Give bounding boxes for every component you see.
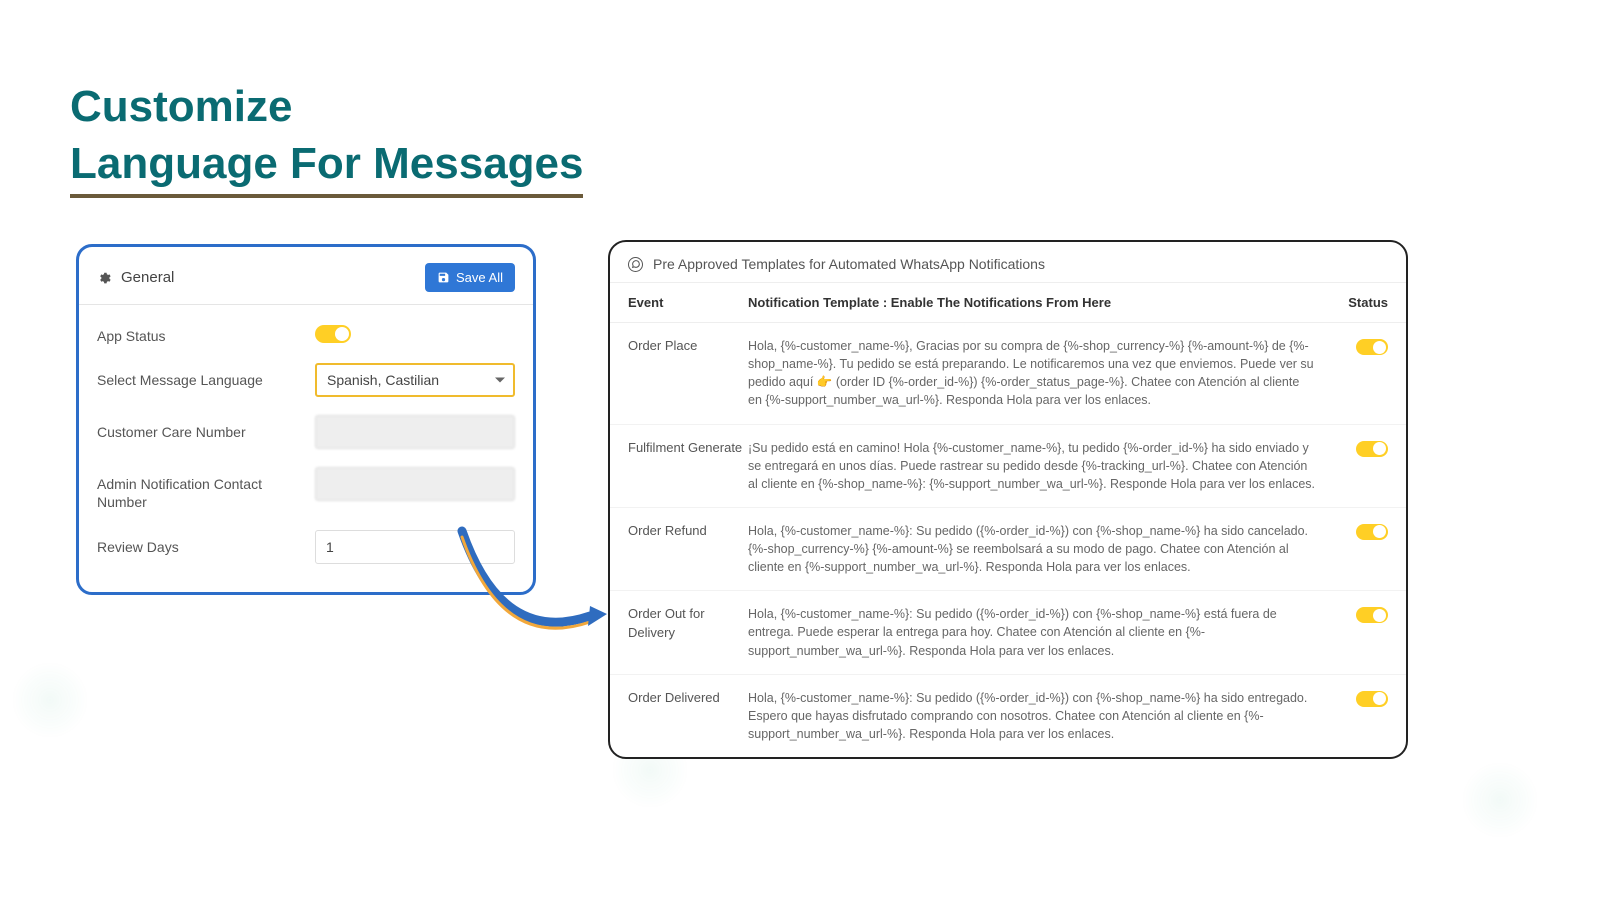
care-number-label: Customer Care Number (97, 415, 297, 441)
title-line-1: Customize (70, 82, 292, 131)
status-cell (1328, 689, 1388, 743)
table-row: Order PlaceHola, {%-customer_name-%}, Gr… (610, 323, 1406, 425)
save-all-button[interactable]: Save All (425, 263, 515, 292)
col-header-event: Event (628, 295, 748, 310)
admin-number-label: Admin Notification Contact Number (97, 467, 297, 511)
general-header-left: General (97, 269, 174, 286)
form-row-care-number: Customer Care Number (97, 415, 515, 449)
template-status-toggle[interactable] (1356, 524, 1388, 540)
form-row-admin-number: Admin Notification Contact Number (97, 467, 515, 511)
language-label: Select Message Language (97, 363, 297, 389)
table-row: Order Out for DeliveryHola, {%-customer_… (610, 591, 1406, 674)
status-cell (1328, 605, 1388, 659)
event-cell: Order Place (628, 337, 748, 410)
template-cell: Hola, {%-customer_name-%}: Su pedido ({%… (748, 689, 1328, 743)
event-cell: Fulfilment Generate (628, 439, 748, 493)
templates-header-label: Pre Approved Templates for Automated Wha… (653, 256, 1045, 272)
col-header-template: Notification Template : Enable The Notif… (748, 295, 1328, 310)
event-cell: Order Out for Delivery (628, 605, 748, 659)
table-row: Fulfilment Generate¡Su pedido está en ca… (610, 425, 1406, 508)
form-row-app-status: App Status (97, 319, 515, 345)
app-status-label: App Status (97, 319, 297, 345)
page-title: Customize Language For Messages (70, 78, 583, 198)
form-row-language: Select Message Language Spanish, Castili… (97, 363, 515, 397)
status-cell (1328, 439, 1388, 493)
templates-table: Event Notification Template : Enable The… (610, 282, 1406, 757)
template-cell: Hola, {%-customer_name-%}, Gracias por s… (748, 337, 1328, 410)
template-status-toggle[interactable] (1356, 691, 1388, 707)
status-cell (1328, 522, 1388, 576)
template-cell: Hola, {%-customer_name-%}: Su pedido ({%… (748, 605, 1328, 659)
general-header-label: General (121, 269, 174, 286)
event-cell: Order Refund (628, 522, 748, 576)
review-days-label: Review Days (97, 530, 297, 556)
template-status-toggle[interactable] (1356, 339, 1388, 355)
save-button-label: Save All (456, 270, 503, 285)
connector-arrow-icon (442, 526, 612, 656)
language-select-wrap: Spanish, Castilian (315, 363, 515, 397)
whatsapp-icon (628, 257, 643, 272)
table-row: Order RefundHola, {%-customer_name-%}: S… (610, 508, 1406, 591)
col-header-status: Status (1328, 295, 1388, 310)
status-cell (1328, 337, 1388, 410)
admin-number-input[interactable] (315, 467, 515, 501)
template-status-toggle[interactable] (1356, 441, 1388, 457)
templates-card: Pre Approved Templates for Automated Wha… (608, 240, 1408, 759)
template-cell: ¡Su pedido está en camino! Hola {%-custo… (748, 439, 1328, 493)
event-cell: Order Delivered (628, 689, 748, 743)
table-body: Order PlaceHola, {%-customer_name-%}, Gr… (610, 323, 1406, 757)
save-icon (437, 271, 450, 284)
title-line-2: Language For Messages (70, 135, 583, 198)
table-header-row: Event Notification Template : Enable The… (610, 282, 1406, 323)
template-cell: Hola, {%-customer_name-%}: Su pedido ({%… (748, 522, 1328, 576)
gear-icon (97, 271, 111, 285)
language-select[interactable]: Spanish, Castilian (315, 363, 515, 397)
template-status-toggle[interactable] (1356, 607, 1388, 623)
care-number-input[interactable] (315, 415, 515, 449)
app-status-toggle[interactable] (315, 325, 351, 343)
table-row: Order DeliveredHola, {%-customer_name-%}… (610, 675, 1406, 757)
general-card-header: General Save All (79, 247, 533, 305)
templates-header: Pre Approved Templates for Automated Wha… (610, 242, 1406, 282)
